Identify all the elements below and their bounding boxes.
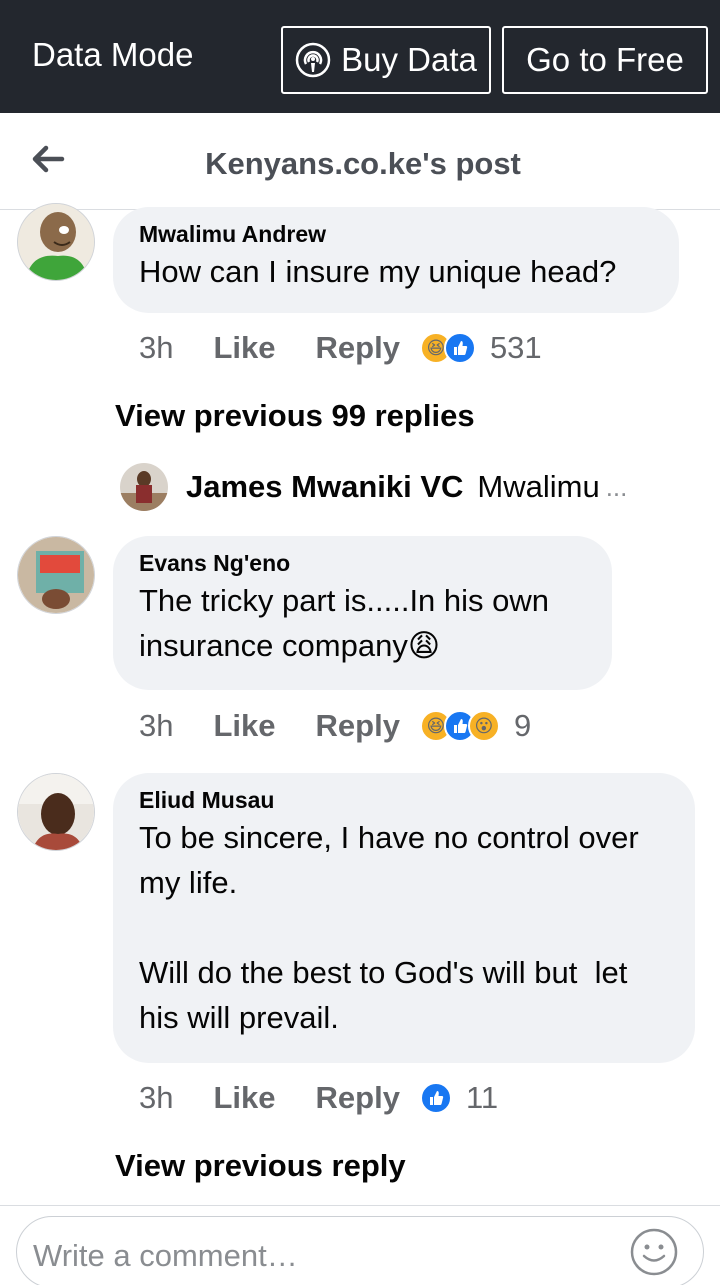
reply-ellipsis: ... [605, 471, 628, 502]
reaction-icons[interactable] [419, 1082, 452, 1114]
emoji-icon[interactable] [629, 1227, 679, 1277]
comment-actions: 3h Like Reply 😆 531 [139, 328, 542, 368]
go-to-free-button[interactable]: Go to Free [502, 26, 708, 94]
comment-author[interactable]: Eliud Musau [139, 785, 669, 815]
avatar[interactable] [120, 463, 168, 511]
comment-author[interactable]: Mwalimu Andrew [139, 219, 653, 249]
comment-text: How can I insure my unique head? [139, 254, 617, 289]
like-reaction-icon [419, 1082, 452, 1114]
page-title: Kenyans.co.ke's post [205, 146, 521, 181]
comment-input[interactable]: Write a comment… [16, 1216, 704, 1285]
view-previous-replies-link[interactable]: View previous 99 replies [115, 398, 475, 434]
reaction-icons[interactable]: 😆 [419, 332, 476, 364]
reply-preview[interactable]: James Mwaniki VC Mwalimu ... [120, 462, 680, 512]
wow-reaction-icon: 😮 [467, 710, 500, 742]
comment-actions: 3h Like Reply 11 [139, 1078, 498, 1118]
like-button[interactable]: Like [213, 1080, 275, 1116]
reaction-count[interactable]: 9 [514, 708, 531, 744]
comment-author[interactable]: Evans Ng'eno [139, 548, 586, 578]
reply-snippet: Mwalimu [477, 469, 600, 504]
data-mode-bar: Data Mode Buy Data Go to Free [0, 0, 720, 113]
post-header: Kenyans.co.ke's post [0, 113, 720, 210]
comment-time: 3h [139, 330, 174, 365]
reaction-count[interactable]: 11 [466, 1080, 498, 1116]
avatar[interactable] [17, 773, 95, 851]
avatar[interactable] [17, 536, 95, 614]
like-button[interactable]: Like [213, 708, 275, 744]
comment-text: The tricky part is.....In his own insura… [139, 583, 558, 663]
reaction-icons[interactable]: 😆 😮 [419, 710, 500, 742]
comment-composer: Write a comment… [0, 1205, 720, 1285]
buy-data-label: Buy Data [341, 41, 477, 78]
comment-bubble: Mwalimu Andrew How can I insure my uniqu… [113, 207, 679, 313]
like-button[interactable]: Like [213, 330, 275, 366]
reply-button[interactable]: Reply [316, 330, 400, 366]
view-previous-reply-link[interactable]: View previous reply [115, 1148, 406, 1184]
comment-time: 3h [139, 1080, 174, 1115]
comment-actions: 3h Like Reply 😆 😮 9 [139, 706, 531, 746]
reply-button[interactable]: Reply [316, 1080, 400, 1116]
comment-text: To be sincere, I have no control over my… [139, 820, 639, 1035]
reply-button[interactable]: Reply [316, 708, 400, 744]
comment-bubble: Evans Ng'eno The tricky part is.....In h… [113, 536, 612, 690]
reaction-count[interactable]: 531 [490, 330, 542, 366]
comment-time: 3h [139, 708, 174, 743]
buy-data-button[interactable]: Buy Data [281, 26, 491, 94]
comment-placeholder: Write a comment… [33, 1238, 298, 1273]
avatar[interactable] [17, 203, 95, 281]
broadcast-icon [295, 42, 331, 78]
like-reaction-icon [443, 332, 476, 364]
comment-bubble: Eliud Musau To be sincere, I have no con… [113, 773, 695, 1063]
data-mode-label: Data Mode [32, 36, 194, 73]
reply-author[interactable]: James Mwaniki VC [186, 469, 463, 505]
